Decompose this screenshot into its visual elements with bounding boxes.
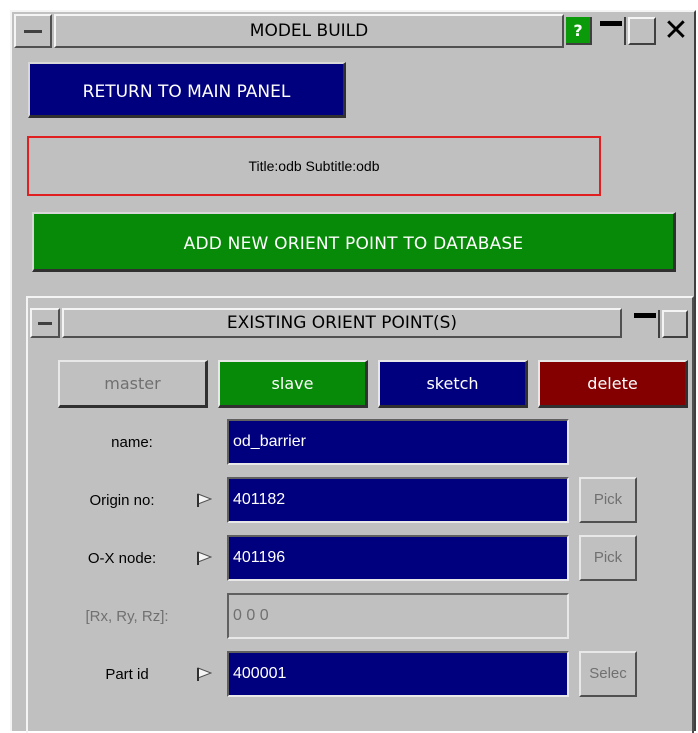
panel-menu-button[interactable] [30,308,60,338]
name-label: name: [111,434,153,451]
close-button[interactable]: ✕ [658,14,694,48]
menu-dash-icon [24,30,42,33]
rotation-label: [Rx, Ry, Rz]: [85,608,169,625]
panel-minimize-button[interactable] [628,310,660,338]
window-titlebar: MODEL BUILD ? ✕ [14,14,694,48]
name-field[interactable]: od_barrier [227,419,569,465]
maximize-button[interactable] [628,17,656,45]
ox-node-field[interactable]: 401196 [227,535,569,581]
origin-label: Origin no: [89,492,155,509]
part-id-select-button[interactable]: Selec [579,651,637,697]
part-id-flag-icon[interactable] [196,667,212,681]
existing-orient-points-panel: EXISTING ORIENT POINT(S) master slave sk… [26,296,694,733]
panel-maximize-button[interactable] [662,310,688,338]
return-to-main-panel-button[interactable]: RETURN TO MAIN PANEL [28,62,346,118]
origin-pick-button[interactable]: Pick [579,477,637,523]
minimize-edge [624,17,626,45]
master-button[interactable]: master [58,360,208,408]
panel-menu-dash-icon [38,322,52,325]
window-title: MODEL BUILD [54,14,564,48]
sketch-button[interactable]: sketch [378,360,528,408]
origin-flag-icon[interactable] [196,493,212,507]
ox-node-flag-icon[interactable] [196,551,212,565]
ox-node-label: O-X node: [87,550,157,567]
part-id-field[interactable]: 400001 [227,651,569,697]
origin-field[interactable]: 401182 [227,477,569,523]
part-id-label: Part id [105,666,149,683]
rotation-field: 0 0 0 [227,593,569,639]
delete-button[interactable]: delete [538,360,688,408]
slave-button[interactable]: slave [218,360,368,408]
minimize-button[interactable] [596,17,626,45]
panel-minimize-icon [634,313,656,318]
add-orient-point-button[interactable]: ADD NEW ORIENT POINT TO DATABASE [32,212,676,272]
panel-minimize-edge [658,310,660,338]
panel-title: EXISTING ORIENT POINT(S) [62,308,622,338]
ox-node-pick-button[interactable]: Pick [579,535,637,581]
model-title-display: Title:odb Subtitle:odb [27,136,601,196]
window-menu-button[interactable] [14,14,52,48]
minimize-icon [600,21,622,26]
help-button[interactable]: ? [566,17,592,45]
model-build-window: MODEL BUILD ? ✕ RETURN TO MAIN PANEL Tit… [10,10,696,733]
